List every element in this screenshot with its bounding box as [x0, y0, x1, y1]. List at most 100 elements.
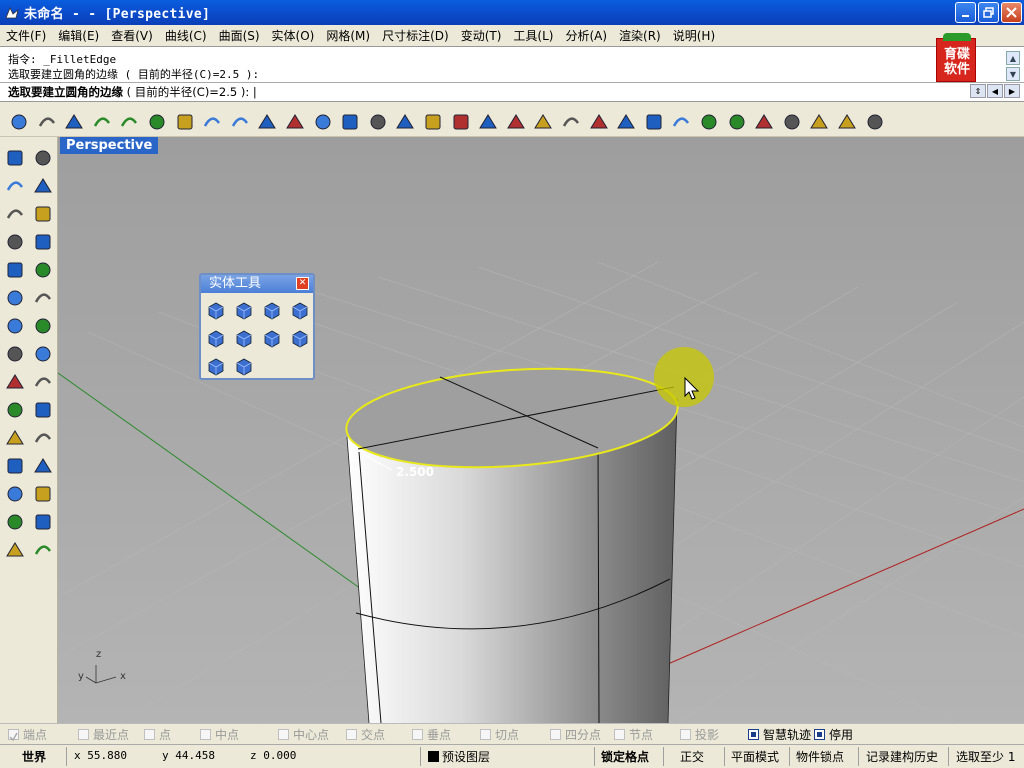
cylinder-icon[interactable] — [4, 343, 26, 365]
gear-icon[interactable] — [808, 111, 830, 133]
osnap-checkbox[interactable] — [346, 729, 357, 740]
boolean-difference-icon[interactable] — [233, 299, 255, 321]
osnap-checkbox[interactable] — [78, 729, 89, 740]
palette-title-bar[interactable]: 实体工具 ✕ — [201, 275, 313, 293]
menu-item[interactable]: 说明(H) — [667, 27, 721, 44]
scroll-up-icon[interactable]: ▲ — [1006, 51, 1020, 65]
history-updown-icon[interactable]: ⇕ — [970, 84, 986, 98]
color-icon[interactable] — [670, 111, 692, 133]
print-icon[interactable] — [91, 111, 113, 133]
osnap-checkbox[interactable] — [614, 729, 625, 740]
osnap-icon[interactable] — [532, 111, 554, 133]
cplane-icon[interactable] — [505, 111, 527, 133]
restore-button[interactable] — [978, 2, 999, 23]
osnap-option[interactable]: 端点 — [8, 726, 47, 743]
import-icon[interactable] — [118, 111, 140, 133]
undo-icon[interactable] — [229, 111, 251, 133]
zoom-extents-icon[interactable] — [367, 111, 389, 133]
shaded-icon[interactable] — [726, 111, 748, 133]
osnap-toggle[interactable]: 物件锁点 — [796, 748, 844, 765]
palette-close-icon[interactable]: ✕ — [296, 277, 309, 290]
menu-item[interactable]: 实体(O) — [266, 27, 321, 44]
osnap-checkbox[interactable] — [412, 729, 423, 740]
fillet-edge-icon[interactable] — [261, 327, 283, 349]
menu-item[interactable]: 工具(L) — [507, 27, 559, 44]
surface-icon[interactable] — [4, 287, 26, 309]
perspective-viewport[interactable]: Perspective 2.500 z y x — [58, 137, 1024, 723]
osnap-option[interactable]: 切点 — [480, 726, 519, 743]
history-next-icon[interactable]: ▶ — [1004, 84, 1020, 98]
menu-item[interactable]: 分析(A) — [559, 27, 613, 44]
light-icon[interactable] — [588, 111, 610, 133]
car-icon[interactable] — [477, 111, 499, 133]
menu-item[interactable]: 网格(M) — [320, 27, 376, 44]
menu-item[interactable]: 曲面(S) — [213, 27, 266, 44]
four-viewports-icon[interactable] — [450, 111, 472, 133]
polyline-icon[interactable] — [4, 175, 26, 197]
osnap-checkbox[interactable] — [8, 729, 19, 742]
split-icon[interactable] — [32, 399, 54, 421]
menu-item[interactable]: 变动(T) — [455, 27, 508, 44]
wireframe-icon[interactable] — [698, 111, 720, 133]
ellipse-icon[interactable] — [32, 203, 54, 225]
osnap-option[interactable]: 垂点 — [412, 726, 451, 743]
osnap-checkbox[interactable] — [814, 729, 825, 740]
dimension-icon[interactable] — [32, 483, 54, 505]
block-icon[interactable] — [4, 539, 26, 561]
circle-icon[interactable] — [4, 203, 26, 225]
history-toggle[interactable]: 记录建构历史 — [866, 748, 938, 765]
pan-icon[interactable] — [256, 111, 278, 133]
osnap-checkbox[interactable] — [200, 729, 211, 740]
osnap-checkbox[interactable] — [144, 729, 155, 740]
menu-item[interactable]: 编辑(E) — [52, 27, 105, 44]
trim-icon[interactable] — [4, 399, 26, 421]
ortho-toggle[interactable]: 正交 — [680, 748, 704, 765]
close-button[interactable] — [1001, 2, 1022, 23]
explode-icon[interactable] — [32, 371, 54, 393]
patch-icon[interactable] — [32, 343, 54, 365]
curve-icon[interactable] — [32, 175, 54, 197]
osnap-option[interactable]: 四分点 — [550, 726, 601, 743]
help-icon[interactable] — [864, 111, 886, 133]
fillet-curve-icon[interactable] — [4, 455, 26, 477]
render-icon[interactable] — [753, 111, 775, 133]
osnap-option[interactable]: 节点 — [614, 726, 653, 743]
solid-tools-palette[interactable]: 实体工具 ✕ — [199, 273, 315, 380]
paste-icon[interactable] — [201, 111, 223, 133]
undo-view-icon[interactable] — [422, 111, 444, 133]
boolean-icon[interactable] — [4, 427, 26, 449]
menu-item[interactable]: 曲线(C) — [159, 27, 213, 44]
zoom-window-icon[interactable] — [312, 111, 334, 133]
open-icon[interactable] — [36, 111, 58, 133]
cplane-label[interactable]: 世界 — [22, 748, 46, 765]
sphere-icon[interactable] — [32, 315, 54, 337]
box-icon[interactable] — [4, 315, 26, 337]
osnap-checkbox[interactable] — [550, 729, 561, 740]
freeform-icon[interactable] — [32, 259, 54, 281]
rectangle-icon[interactable] — [32, 231, 54, 253]
osnap-option[interactable]: 投影 — [680, 726, 719, 743]
lock-icon[interactable] — [615, 111, 637, 133]
osnap-checkbox[interactable] — [748, 729, 759, 740]
osnap-option[interactable]: 智慧轨迹 — [748, 726, 811, 743]
cut-icon[interactable] — [146, 111, 168, 133]
zoom-selected-icon[interactable] — [394, 111, 416, 133]
boolean-intersection-icon[interactable] — [261, 299, 283, 321]
point-icon[interactable] — [32, 147, 54, 169]
osnap-option[interactable]: 点 — [144, 726, 171, 743]
prompt-options[interactable]: ( 目前的半径(C)=2.5 ): | — [123, 85, 257, 99]
osnap-option[interactable]: 交点 — [346, 726, 385, 743]
osnap-checkbox[interactable] — [278, 729, 289, 740]
menu-item[interactable]: 文件(F) — [0, 27, 52, 44]
transform-icon[interactable] — [4, 371, 26, 393]
rotate-view-icon[interactable] — [284, 111, 306, 133]
solid-edit-icon[interactable] — [233, 355, 255, 377]
polygon-icon[interactable] — [4, 259, 26, 281]
layer-selector[interactable]: 预设图层 — [428, 748, 490, 765]
boolean-split-icon[interactable] — [289, 299, 311, 321]
menu-item[interactable]: 查看(V) — [105, 27, 159, 44]
layer-icon[interactable] — [643, 111, 665, 133]
arc-icon[interactable] — [4, 231, 26, 253]
chamfer-edge-icon[interactable] — [205, 355, 227, 377]
viewport-title[interactable]: Perspective — [60, 137, 159, 154]
